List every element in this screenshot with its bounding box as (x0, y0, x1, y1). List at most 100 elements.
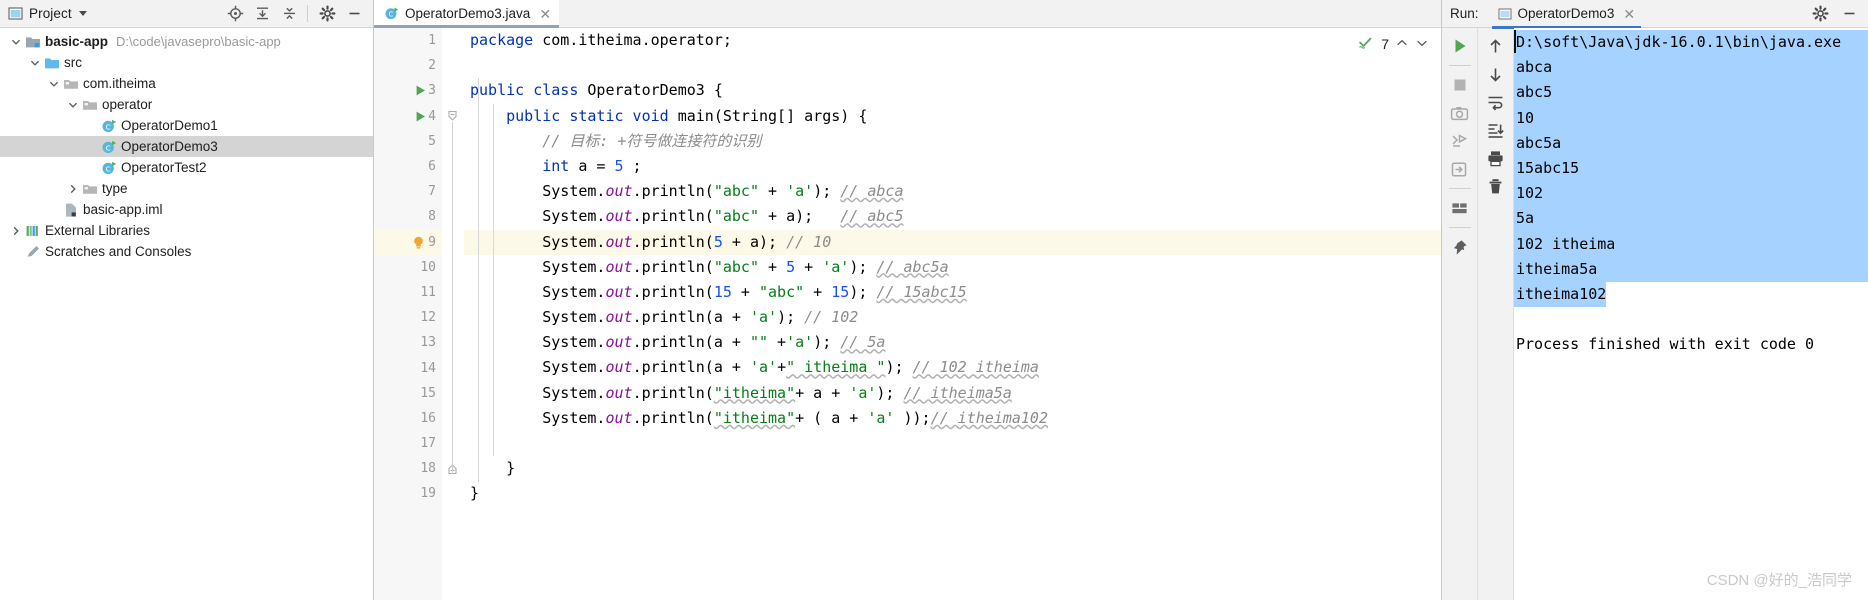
console-row: 15abc15 (1514, 155, 1868, 182)
gear-icon[interactable] (1807, 3, 1833, 25)
gutter-line-number: 10 (420, 259, 436, 275)
scroll-to-end-icon[interactable] (1482, 117, 1510, 143)
editor-fold-column[interactable] (442, 28, 464, 600)
code-line[interactable]: System.out.println(15 + "abc" + 15); // … (464, 280, 1441, 305)
run-toolbar-left[interactable] (1442, 28, 1478, 600)
run-tab-operatordemo3[interactable]: OperatorDemo3 ✕ (1491, 0, 1642, 29)
code-line[interactable]: public class OperatorDemo3 { (464, 78, 1441, 103)
console-output[interactable]: D:\soft\Java\jdk-16.0.1\bin\java.exe abc… (1514, 28, 1868, 600)
tree-item-label: com.itheima (83, 76, 156, 91)
code-token: 'a' (867, 408, 895, 427)
rerun-icon[interactable] (1446, 33, 1474, 59)
java-class-icon: C (100, 118, 117, 134)
code-line[interactable]: System.out.println("itheima"+ ( a + 'a' … (464, 406, 1441, 431)
screenshot-icon[interactable] (1446, 100, 1474, 126)
layout-icon[interactable] (1446, 195, 1474, 221)
code-line[interactable]: } (464, 456, 1441, 481)
editor-body[interactable]: 1 2 3 4 5 6 7 8 9 10 11 12 13 14 15 16 17 18 19 7 (374, 28, 1441, 600)
expand-all-icon[interactable] (249, 3, 275, 25)
tree-item-scratches-and-consoles[interactable]: Scratches and Consoles (0, 241, 373, 262)
editor-gutter[interactable]: 1 2 3 4 5 6 7 8 9 10 11 12 13 14 15 16 17 18 19 (374, 28, 442, 600)
gutter-line-number: 1 (428, 33, 436, 49)
code-line[interactable] (464, 53, 1441, 78)
project-tree[interactable]: basic-app D:\code\javasepro\basic-app src c… (0, 28, 373, 600)
minimize-icon[interactable] (1836, 3, 1862, 25)
code-line[interactable]: public static void main(String[] args) { (464, 104, 1441, 129)
code-line[interactable]: System.out.println(a + 'a'); // 102 (464, 305, 1441, 330)
code-token: + ( a + (795, 408, 868, 427)
editor-tab-bar: C OperatorDemo3.java ✕ (374, 0, 1441, 28)
run-panel-body: D:\soft\Java\jdk-16.0.1\bin\java.exe abc… (1442, 28, 1868, 600)
restore-layout-icon[interactable] (1446, 128, 1474, 154)
close-icon[interactable]: ✕ (1623, 7, 1635, 21)
minimize-icon[interactable] (341, 3, 367, 25)
run-gutter-icon[interactable] (414, 78, 428, 103)
print-icon[interactable] (1482, 145, 1510, 171)
intention-bulb-icon[interactable] (410, 230, 426, 255)
code-token: "abc" (759, 282, 805, 301)
tree-item-operatordemo3[interactable]: C OperatorDemo3 (0, 136, 373, 157)
inspection-widget[interactable]: 7 (1358, 34, 1429, 54)
chevron-right-icon[interactable] (8, 226, 24, 236)
chevron-down-icon[interactable] (46, 79, 62, 89)
collapse-all-icon[interactable] (276, 3, 302, 25)
arrow-up-icon[interactable] (1482, 33, 1510, 59)
code-content[interactable]: 7 package com.itheima.operator; public cl… (464, 28, 1441, 600)
code-line[interactable]: package com.itheima.operator; (464, 28, 1441, 53)
code-token: 'a' (786, 333, 814, 352)
tree-item-basic-app[interactable]: basic-app D:\code\javasepro\basic-app (0, 31, 373, 52)
gutter-line-number: 3 (428, 83, 436, 99)
code-line[interactable]: } (464, 481, 1441, 506)
tree-item-label: operator (102, 97, 153, 112)
chevron-down-icon[interactable] (8, 37, 24, 47)
console-row: abca (1514, 55, 1868, 81)
code-token: out (605, 207, 633, 226)
chevron-right-icon[interactable] (65, 184, 81, 194)
code-line[interactable]: // 目标: +符号做连接符的识别 (464, 129, 1441, 154)
code-line[interactable]: System.out.println(5 + a); // 10 (464, 229, 1441, 255)
pin-icon[interactable] (1446, 234, 1474, 260)
export-icon[interactable] (1446, 156, 1474, 182)
code-line[interactable]: System.out.println(a + "" +'a'); // 5a (464, 330, 1441, 355)
code-line[interactable] (464, 431, 1441, 456)
console-row: abc5 (1514, 80, 1868, 106)
code-token: 'a' (786, 182, 814, 201)
tree-item-src[interactable]: src (0, 52, 373, 73)
arrow-down-icon[interactable] (1482, 61, 1510, 87)
tree-item-operator[interactable]: operator (0, 94, 373, 115)
tree-item-external-libraries[interactable]: External Libraries (0, 220, 373, 241)
tree-item-type[interactable]: type (0, 178, 373, 199)
code-line[interactable]: System.out.println("itheima"+ a + 'a'); … (464, 381, 1441, 406)
tree-item-com-itheima[interactable]: com.itheima (0, 73, 373, 94)
gear-icon[interactable] (314, 3, 340, 25)
chevron-down-icon[interactable] (65, 100, 81, 110)
tree-item-operatortest2[interactable]: C OperatorTest2 (0, 157, 373, 178)
code-token: 5 (614, 156, 624, 175)
locate-icon[interactable] (222, 3, 248, 25)
trash-icon[interactable] (1482, 173, 1510, 199)
stop-icon[interactable] (1446, 72, 1474, 98)
chevron-down-icon[interactable] (78, 11, 87, 16)
editor-tab-operatordemo3[interactable]: C OperatorDemo3.java ✕ (374, 0, 560, 28)
tree-item-basic-app-iml[interactable]: basic-app.iml (0, 199, 373, 220)
code-token: package (470, 31, 543, 49)
code-token: ); (885, 358, 913, 377)
console-row: abc5a (1514, 130, 1868, 156)
chevron-down-icon[interactable] (27, 58, 43, 68)
close-icon[interactable]: ✕ (539, 7, 551, 21)
code-line[interactable]: System.out.println("abc" + 'a'); // abca (464, 179, 1441, 204)
code-token: ); (849, 257, 877, 276)
tree-item-label: External Libraries (45, 223, 151, 238)
chevron-down-icon[interactable] (1415, 36, 1429, 53)
run-gutter-icon[interactable] (414, 104, 428, 129)
code-line[interactable]: System.out.println("abc" + a); // abc5 (464, 204, 1441, 229)
code-token: public static void (506, 106, 678, 125)
chevron-up-icon[interactable] (1395, 36, 1409, 53)
code-line[interactable]: int a = 5 ; (464, 154, 1441, 179)
code-line[interactable]: System.out.println(a + 'a'+" itheima ");… (464, 355, 1441, 380)
run-toolbar-right[interactable] (1478, 28, 1514, 600)
tree-item-operatordemo1[interactable]: C OperatorDemo1 (0, 115, 373, 136)
fold-region-line (452, 121, 453, 475)
soft-wrap-icon[interactable] (1482, 89, 1510, 115)
code-line[interactable]: System.out.println("abc" + 5 + 'a'); // … (464, 255, 1441, 280)
